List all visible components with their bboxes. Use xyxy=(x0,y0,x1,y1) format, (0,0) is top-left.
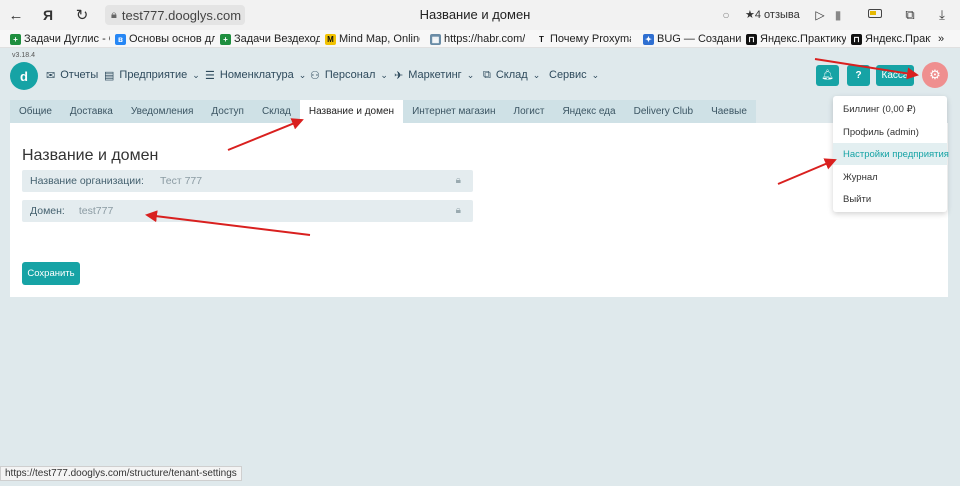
tab-general[interactable]: Общие xyxy=(10,100,61,123)
menu-item-billing[interactable]: Биллинг (0,00 ₽) xyxy=(833,98,947,120)
vk-icon: в xyxy=(115,33,126,45)
sheets-icon: + xyxy=(10,33,21,45)
organization-name-value: Тест 777 xyxy=(159,175,203,187)
nav-enterprise[interactable]: ▤ Предприятие ⌄ xyxy=(104,67,200,83)
bookmark-item[interactable]: TПочему Proxyman xyxy=(536,32,631,46)
bookmark-item[interactable]: ⊓ Яндекс.Практ xyxy=(851,32,931,46)
lock-icon: 🔒︎ xyxy=(111,8,117,21)
bell-icon: 🔔︎ xyxy=(821,70,834,81)
reload-icon[interactable]: ↻ xyxy=(72,5,92,25)
extensions-icon[interactable]: ⧉ xyxy=(900,5,920,25)
tab-online-store[interactable]: Интернет магазин xyxy=(403,100,505,123)
nav-service[interactable]: Сервис ⌄ xyxy=(549,67,599,83)
nomenclature-icon: ☰ xyxy=(205,69,215,82)
domain-label: Домен: xyxy=(30,205,65,217)
nav-warehouse[interactable]: ⧉ Склад ⌄ xyxy=(483,67,540,83)
help-button[interactable]: ? xyxy=(847,65,870,86)
domain-field[interactable]: Домен: test777 🔒︎ xyxy=(22,200,473,222)
tab-name-and-domain[interactable]: Название и домен xyxy=(299,100,404,123)
chevron-down-icon: ⌄ xyxy=(298,69,307,80)
app-header: v3.18.4 d ✉ Отчеты ▤ Предприятие ⌄ ☰ Номенкл… xyxy=(0,48,960,98)
back-arrow-icon[interactable]: ← xyxy=(6,5,26,25)
save-button[interactable]: Сохранить xyxy=(22,262,80,285)
tab-logist[interactable]: Логист xyxy=(504,100,554,123)
bookmark-item[interactable]: + Задачи Вездеход xyxy=(220,32,320,46)
nav-nomenclature[interactable]: ☰ Номенклатура ⌄ xyxy=(205,67,306,83)
organization-name-field[interactable]: Название организации: Тест 777 🔒︎ xyxy=(22,170,473,192)
search-icon[interactable]: ○ xyxy=(716,5,736,25)
enterprise-icon: ▤ xyxy=(104,69,115,82)
yandex-icon[interactable]: Я xyxy=(38,5,58,25)
address-bar[interactable]: 🔒︎ test777.dooglys.com xyxy=(105,5,245,25)
tab-tips[interactable]: Чаевые xyxy=(702,100,756,123)
bookmark-icon[interactable]: ▮ xyxy=(828,5,848,25)
chevron-down-icon: ⌄ xyxy=(380,69,388,80)
address-url: test777.dooglys.com xyxy=(121,7,242,23)
marketing-icon: ✈ xyxy=(394,69,404,82)
bookmark-item[interactable]: + Задачи Дуглис - G xyxy=(10,32,110,46)
domain-value: test777 xyxy=(78,205,114,217)
bookmarks-bar: + Задачи Дуглис - G в Основы основ для + За… xyxy=(0,30,960,48)
text-icon: T xyxy=(539,34,544,44)
menu-item-profile[interactable]: Профиль (admin) xyxy=(833,121,947,143)
kassa-button[interactable]: Касса xyxy=(876,65,914,86)
share-icon[interactable]: ▷ xyxy=(810,5,830,25)
download-icon[interactable]: ⤓ xyxy=(932,5,952,25)
menu-item-journal[interactable]: Журнал xyxy=(833,166,947,188)
chevron-down-icon: ⌄ xyxy=(466,69,475,80)
practicum-icon: ⊓ xyxy=(746,33,757,45)
tab-access[interactable]: Доступ xyxy=(202,100,253,123)
tab-delivery-club[interactable]: Delivery Club xyxy=(624,100,703,123)
settings-gear-button[interactable]: ⚙ xyxy=(922,62,948,88)
section-title: Название и домен xyxy=(22,147,159,164)
chevron-down-icon: ⌄ xyxy=(532,69,541,80)
tab-yandex-eda[interactable]: Яндекс еда xyxy=(553,100,625,123)
lock-icon: 🔒︎ xyxy=(455,175,461,186)
reports-icon: ✉ xyxy=(46,69,56,82)
chevron-down-icon: ⌄ xyxy=(192,69,200,80)
menu-item-logout[interactable]: Выйти xyxy=(833,188,947,210)
nav-staff[interactable]: ⚇ Персонал ⌄ xyxy=(310,67,388,83)
bookmark-item[interactable]: M Mind Map, Online xyxy=(325,32,420,46)
nav-marketing[interactable]: ✈ Маркетинг ⌄ xyxy=(394,67,474,83)
sheets-icon: + xyxy=(220,33,231,45)
warehouse-icon: ⧉ xyxy=(483,68,491,81)
chevron-down-icon: ⌄ xyxy=(591,69,600,80)
lock-icon: 🔒︎ xyxy=(455,205,461,216)
tab-warehouse[interactable]: Склад xyxy=(252,100,300,123)
settings-card: Название и домен Название организации: Т… xyxy=(10,123,948,297)
user-dropdown-menu: Биллинг (0,00 ₽) Профиль (admin) Настрой… xyxy=(833,96,949,212)
habr-icon: ▦ xyxy=(430,33,441,45)
more-bookmarks-icon[interactable]: » xyxy=(938,32,954,46)
settings-tabs: Общие Доставка Уведомления Доступ Склад … xyxy=(10,100,756,123)
nav-reports[interactable]: ✉ Отчеты xyxy=(46,67,98,83)
practicum-icon: ⊓ xyxy=(851,33,862,45)
notifications-button[interactable]: 🔔︎ xyxy=(816,65,839,86)
battery-icon xyxy=(868,9,882,18)
status-bar-url: https://test777.dooglys.com/structure/te… xyxy=(0,466,242,481)
organization-name-label: Название организации: xyxy=(30,175,144,187)
menu-item-enterprise-settings[interactable]: Настройки предприятия xyxy=(833,143,949,165)
page-title: Название и домен xyxy=(419,7,531,22)
bookmark-item[interactable]: ✦ BUG — Создание xyxy=(643,32,741,46)
mindmap-icon: M xyxy=(325,33,336,45)
reviews-button[interactable]: ★4 отзыва xyxy=(745,8,800,21)
app-logo[interactable]: d xyxy=(10,62,38,90)
gear-icon: ⚙ xyxy=(929,67,941,82)
bookmark-item[interactable]: ⊓ Яндекс.Практикум xyxy=(746,32,846,46)
bug-icon: ✦ xyxy=(643,33,654,45)
tab-delivery[interactable]: Доставка xyxy=(60,100,122,123)
staff-icon: ⚇ xyxy=(310,69,320,82)
browser-toolbar: ← Я ↻ 🔒︎ test777.dooglys.com Название и … xyxy=(0,0,960,30)
version-label: v3.18.4 xyxy=(12,52,35,59)
bookmark-item[interactable]: в Основы основ для xyxy=(115,32,215,46)
tab-notifications[interactable]: Уведомления xyxy=(121,100,203,123)
bookmark-item[interactable]: ▦ https://habr.com/ xyxy=(430,32,525,46)
